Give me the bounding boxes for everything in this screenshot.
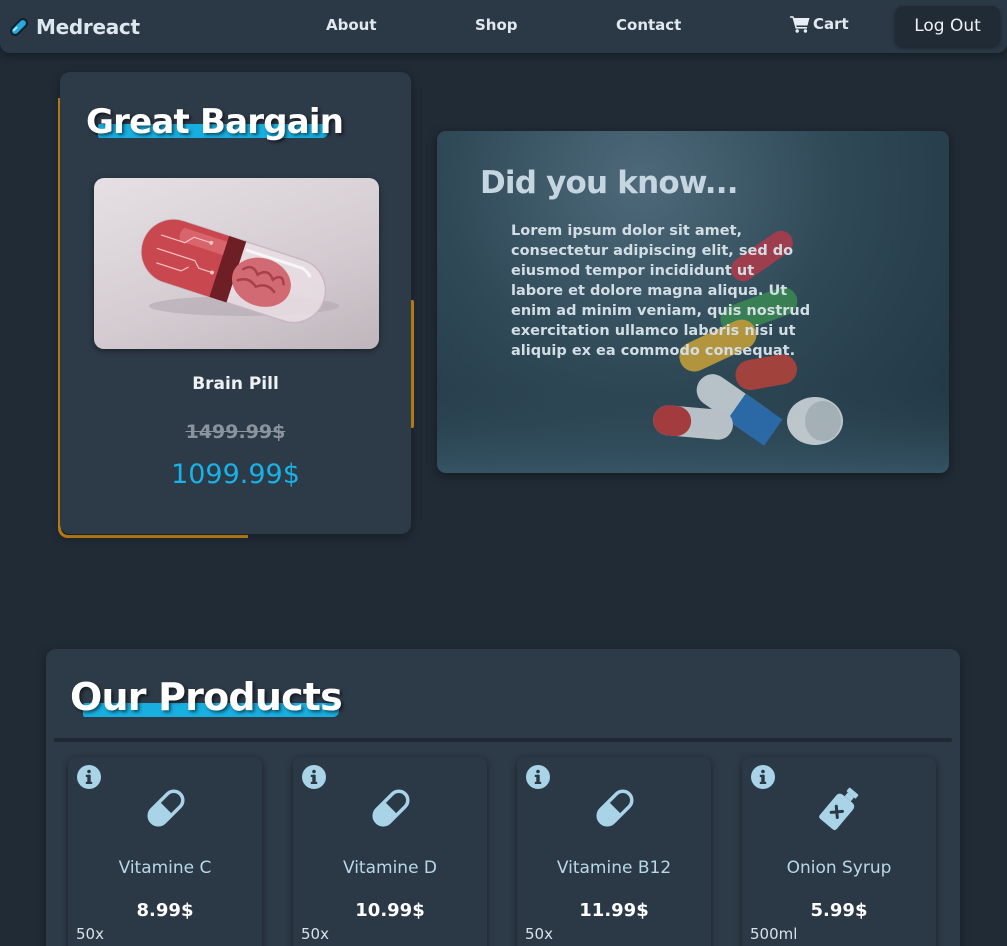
products-section: Our Products Vitamine C 8.99$ 50x Vitami… — [46, 649, 960, 946]
product-name: Vitamine B12 — [556, 858, 672, 878]
brain-pill-image[interactable] — [94, 178, 379, 349]
info-icon[interactable] — [301, 764, 327, 790]
products-title: Our Products — [70, 675, 343, 719]
pill-icon — [372, 789, 410, 827]
did-you-know-card: Did you know... Lorem ipsum dolor sit am… — [437, 131, 949, 473]
product-card[interactable]: Onion Syrup 5.99$ 500ml — [742, 757, 936, 946]
brand-logo[interactable]: Medreact — [8, 13, 140, 41]
brain-pill-illustration — [140, 218, 339, 324]
product-price: 5.99$ — [810, 900, 868, 921]
product-price: 10.99$ — [355, 900, 425, 921]
brand-name: Medreact — [36, 15, 140, 39]
product-quantity: 50x — [525, 925, 553, 943]
products-divider — [54, 738, 952, 742]
info-icon[interactable] — [525, 764, 551, 790]
nav-contact-link[interactable]: Contact — [616, 16, 681, 34]
bargain-title: Great Bargain — [86, 102, 344, 142]
did-you-know-text: Lorem ipsum dolor sit amet, consectetur … — [511, 223, 811, 359]
syrup-bottle-icon — [819, 787, 859, 831]
bargain-section: Great Bargain Brain Pill 1499.99$ 1099.9… — [58, 72, 414, 538]
product-price: 8.99$ — [136, 900, 194, 921]
pill-icon — [596, 789, 634, 827]
navbar: Medreact About Shop Contact Cart Log Out — [0, 0, 1007, 53]
product-quantity: 50x — [76, 925, 104, 943]
info-icon[interactable] — [750, 764, 776, 790]
product-name: Vitamine D — [342, 858, 438, 878]
product-name: Onion Syrup — [786, 858, 892, 878]
bargain-old-price: 1499.99$ — [185, 421, 286, 443]
nav-cart-link[interactable]: Cart — [790, 15, 849, 33]
product-name: Vitamine C — [118, 858, 212, 878]
cart-icon — [790, 16, 810, 33]
product-card[interactable]: Vitamine B12 11.99$ 50x — [517, 757, 711, 946]
bargain-product-name: Brain Pill — [192, 374, 279, 394]
product-card[interactable]: Vitamine C 8.99$ 50x — [68, 757, 262, 946]
nav-about-link[interactable]: About — [326, 16, 377, 34]
info-icon[interactable] — [76, 764, 102, 790]
product-card[interactable]: Vitamine D 10.99$ 50x — [293, 757, 487, 946]
capsule-logo-icon — [10, 18, 28, 36]
logout-button[interactable]: Log Out — [895, 6, 1000, 46]
bargain-new-price: 1099.99$ — [171, 459, 300, 490]
product-quantity: 50x — [301, 925, 329, 943]
nav-shop-link[interactable]: Shop — [475, 16, 518, 34]
did-you-know-title: Did you know... — [480, 165, 738, 201]
product-quantity: 500ml — [750, 925, 798, 943]
product-price: 11.99$ — [579, 900, 649, 921]
bargain-card[interactable]: Great Bargain Brain Pill 1499.99$ 1099.9… — [60, 72, 411, 534]
cart-label: Cart — [813, 15, 849, 33]
pill-icon — [147, 789, 185, 827]
